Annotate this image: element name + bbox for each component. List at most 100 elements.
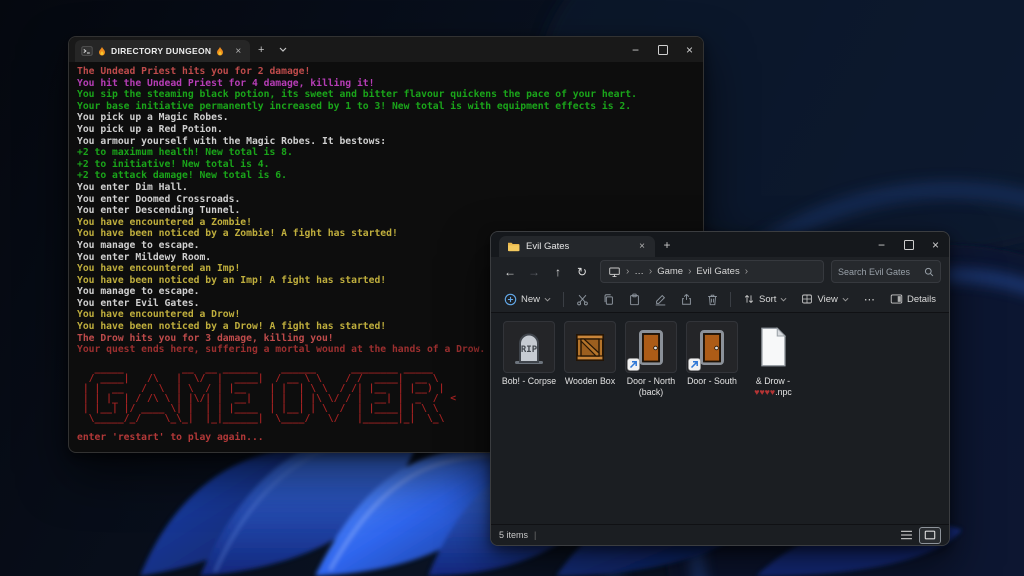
terminal-title-bar[interactable]: DIRECTORY DUNGEON × + − × <box>69 37 703 62</box>
explorer-tab[interactable]: Evil Gates × <box>499 236 655 257</box>
new-plus-icon <box>504 293 517 306</box>
new-button[interactable]: New <box>499 289 556 309</box>
minimize-button[interactable]: − <box>622 37 649 62</box>
file-thumbnail: RIP <box>503 321 555 373</box>
terminal-line: You hit the Undead Priest for 4 damage, … <box>77 78 695 90</box>
tab-close-button[interactable]: × <box>233 46 243 57</box>
flame-icon <box>215 46 225 57</box>
terminal-line: +2 to maximum health! New total is 8. <box>77 147 695 159</box>
document-icon <box>756 325 790 369</box>
new-button-label: New <box>521 294 540 305</box>
search-input[interactable]: Search Evil Gates <box>831 260 941 283</box>
file-thumbnail <box>747 321 799 373</box>
list-view-icon <box>900 530 913 540</box>
terminal-tab-title: DIRECTORY DUNGEON <box>111 46 211 56</box>
desktop: RIP <box>0 0 1024 576</box>
trash-icon <box>706 293 719 306</box>
file-thumbnail <box>625 321 677 373</box>
maximize-button[interactable] <box>649 37 676 62</box>
delete-button[interactable] <box>701 289 723 309</box>
file-name: Door - North (back) <box>622 376 680 397</box>
forward-button[interactable]: → <box>523 265 545 279</box>
explorer-toolbar: New <box>491 286 949 313</box>
details-button-label: Details <box>907 294 936 305</box>
status-separator: | <box>534 530 536 540</box>
file-thumbnail <box>686 321 738 373</box>
close-button[interactable]: × <box>922 232 949 257</box>
new-tab-button[interactable]: + <box>655 232 679 257</box>
terminal-line: You pick up a Magic Robes. <box>77 112 695 124</box>
sort-button-label: Sort <box>759 294 776 305</box>
terminal-line: You pick up a Red Potion. <box>77 124 695 136</box>
tab-dropdown-button[interactable] <box>272 37 294 62</box>
close-button[interactable]: × <box>676 37 703 62</box>
cut-icon <box>576 293 589 306</box>
breadcrumb-chevron: › <box>626 266 629 277</box>
breadcrumb-chevron: › <box>649 266 652 277</box>
icons-view-toggle[interactable] <box>919 527 941 544</box>
view-icon <box>801 293 813 305</box>
new-tab-button[interactable]: + <box>250 37 272 62</box>
terminal-line: You enter Descending Tunnel. <box>77 205 695 217</box>
refresh-button[interactable]: ↻ <box>571 265 593 279</box>
chevron-down-icon <box>544 297 551 302</box>
view-button-label: View <box>817 294 837 305</box>
breadcrumb-segment-evil-gates[interactable]: Evil Gates <box>696 266 739 277</box>
explorer-nav-bar: ← → ↑ ↻ › … › Game › Evil Gates › Search… <box>491 257 949 286</box>
toolbar-separator <box>730 292 731 307</box>
file-name: Door - South <box>687 376 737 387</box>
rename-icon <box>654 293 667 306</box>
terminal-line: Your base initiative permanently increas… <box>77 101 695 113</box>
share-button[interactable] <box>675 289 697 309</box>
terminal-line: +2 to attack damage! New total is 6. <box>77 170 695 182</box>
items-count: 5 items <box>499 530 528 540</box>
file-item[interactable]: RIP Bob! - Corpse <box>499 319 559 399</box>
explorer-status-bar: 5 items | <box>491 524 949 545</box>
address-bar[interactable]: › … › Game › Evil Gates › <box>600 260 824 283</box>
file-item[interactable]: Wooden Box <box>560 319 620 399</box>
flame-icon <box>97 46 107 57</box>
details-view-toggle[interactable] <box>896 528 916 543</box>
search-placeholder: Search Evil Gates <box>838 267 920 277</box>
terminal-line: You sip the steaming black potion, its s… <box>77 89 695 101</box>
maximize-icon <box>658 45 668 55</box>
file-thumbnail <box>564 321 616 373</box>
file-item[interactable]: & Drow - ♥♥♥♥.npc <box>743 319 803 399</box>
terminal-line: +2 to initiative! New total is 4. <box>77 159 695 171</box>
tab-close-button[interactable]: × <box>637 241 647 252</box>
minimize-button[interactable]: − <box>868 232 895 257</box>
cut-button[interactable] <box>571 289 593 309</box>
sort-button[interactable]: Sort <box>738 289 792 309</box>
up-button[interactable]: ↑ <box>547 265 569 279</box>
terminal-tab[interactable]: DIRECTORY DUNGEON × <box>75 40 250 62</box>
search-icon <box>924 267 934 277</box>
copy-button[interactable] <box>597 289 619 309</box>
file-item[interactable]: Door - South <box>682 319 742 399</box>
details-pane-icon <box>890 293 903 305</box>
more-options-button[interactable]: ⋯ <box>858 293 881 306</box>
view-button[interactable]: View <box>796 289 853 309</box>
file-item[interactable]: Door - North (back) <box>621 319 681 399</box>
terminal-line: You armour yourself with the Magic Robes… <box>77 136 695 148</box>
wooden-crate-icon <box>570 327 610 367</box>
maximize-icon <box>904 240 914 250</box>
folder-icon <box>507 241 520 252</box>
this-pc-icon <box>608 266 621 278</box>
chevron-down-icon <box>842 297 849 302</box>
file-grid: RIP Bob! - Corpse Wooden Box Door - Nort… <box>491 313 949 524</box>
details-button[interactable]: Details <box>885 289 941 309</box>
paste-button[interactable] <box>623 289 645 309</box>
sort-icon <box>743 293 755 305</box>
shortcut-arrow-icon <box>688 358 701 371</box>
toolbar-separator <box>563 292 564 307</box>
breadcrumb-segment-game[interactable]: Game <box>657 266 683 277</box>
rename-button[interactable] <box>649 289 671 309</box>
terminal-line: You enter Doomed Crossroads. <box>77 194 695 206</box>
paste-icon <box>628 293 641 306</box>
back-button[interactable]: ← <box>499 265 521 279</box>
breadcrumb-ellipsis[interactable]: … <box>634 266 644 277</box>
breadcrumb-chevron: › <box>745 266 748 277</box>
explorer-title-bar[interactable]: Evil Gates × + − × <box>491 232 949 257</box>
maximize-button[interactable] <box>895 232 922 257</box>
file-name: Wooden Box <box>565 376 615 387</box>
